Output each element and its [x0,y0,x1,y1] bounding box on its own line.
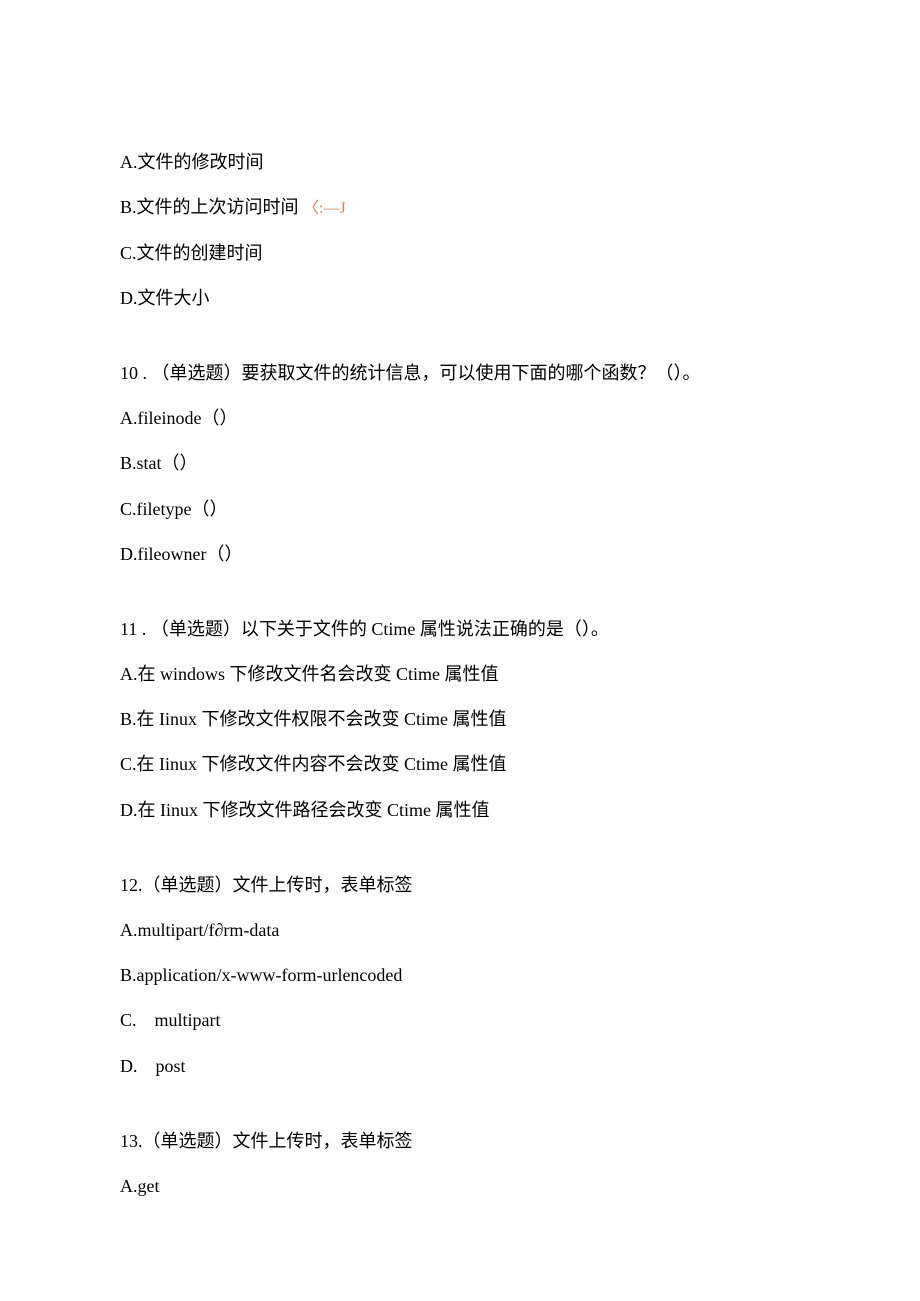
q12-option-a: A.multipart/f∂rm-data [120,918,800,943]
q11-stem: 11 . （单选题）以下关于文件的 Ctime 属性说法正确的是（）。 [120,617,800,642]
q10-option-d: D.fileowner（） [120,542,800,567]
q12-option-c: C. multipart [120,1008,800,1033]
q9-option-d: D.文件大小 [120,286,800,311]
q11-option-c: C.在 Iinux 下修改文件内容不会改变 Ctime 属性值 [120,752,800,777]
q12-stem: 12.（单选题）文件上传时，表单标签 [120,873,800,898]
q10-option-c: C.filetype（） [120,497,800,522]
spacer [120,587,800,617]
q10-stem: 10 . （单选题）要获取文件的统计信息，可以使用下面的哪个函数？（）。 [120,361,800,386]
spacer [120,1099,800,1129]
q9-option-c: C.文件的创建时间 [120,241,800,266]
spacer [120,843,800,873]
q11-option-d: D.在 Iinux 下修改文件路径会改变 Ctime 属性值 [120,798,800,823]
q10-option-a: A.fileinode（） [120,406,800,431]
q12-option-b: B.application/x-www-form-urlencoded [120,963,800,988]
q11-option-a: A.在 windows 下修改文件名会改变 Ctime 属性值 [120,662,800,687]
q9-option-b-text: B.文件的上次访问时间 [120,197,303,217]
q11-option-b: B.在 Iinux 下修改文件权限不会改变 Ctime 属性值 [120,707,800,732]
q9-option-b-annotation: 〈:—J [303,200,346,217]
q10-option-b: B.stat（） [120,451,800,476]
q13-option-a: A.get [120,1174,800,1199]
q13-stem: 13.（单选题）文件上传时，表单标签 [120,1129,800,1154]
q9-option-b: B.文件的上次访问时间 〈:—J [120,195,800,220]
spacer [120,331,800,361]
q12-option-d: D. post [120,1054,800,1079]
q9-option-a: A.文件的修改时间 [120,150,800,175]
